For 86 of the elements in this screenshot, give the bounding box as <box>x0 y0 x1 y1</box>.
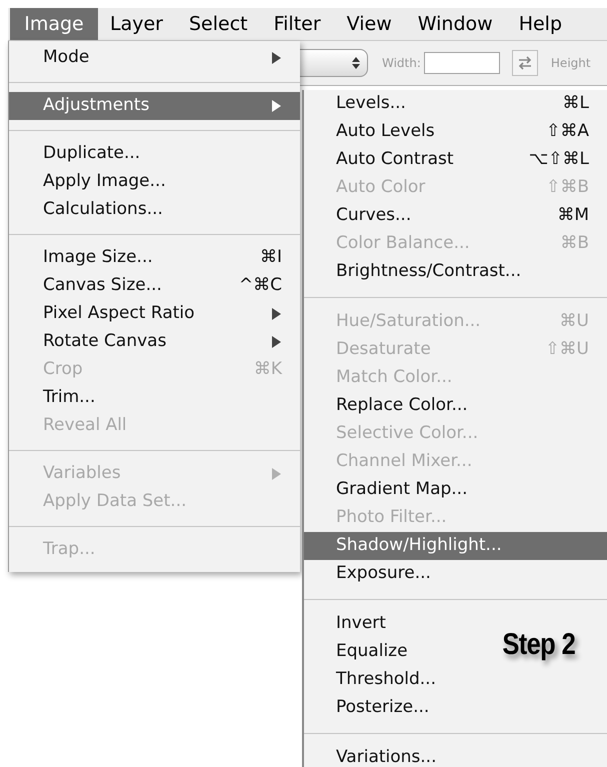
menu-item-label: Auto Levels <box>336 120 435 144</box>
menu-item-label: Photo Filter... <box>336 506 447 530</box>
menu-item[interactable]: Apply Image... <box>9 168 184 196</box>
menu-bar-item[interactable]: Help <box>506 8 574 40</box>
menu-item-label: Threshold... <box>336 668 436 692</box>
menu-item-label: Curves... <box>336 204 412 228</box>
menu-item[interactable]: Gradient Map... <box>304 476 486 504</box>
menu-item-label: Gradient Map... <box>336 478 468 502</box>
menu-item-label: Adjustments <box>43 94 150 118</box>
menu-bar-item[interactable]: Filter <box>262 8 333 40</box>
shortcut-label: ⇧⌘B <box>546 176 589 200</box>
menu-item-label: Apply Data Set... <box>43 490 187 514</box>
step-annotation: Step 2 <box>502 627 576 663</box>
shortcut-label: ^⌘C <box>238 274 282 298</box>
menu-item-label: Calculations... <box>43 198 163 222</box>
menu-bar-item[interactable]: Select <box>176 8 260 40</box>
menu-item-label: Equalize <box>336 640 408 664</box>
height-label: Height <box>550 55 591 72</box>
swap-arrows-icon <box>516 56 533 70</box>
menu-item[interactable]: Auto Levels ⇧⌘A <box>304 118 607 146</box>
menu-item-label: Reveal All <box>43 414 127 438</box>
menu-item[interactable]: Curves... ⌘M <box>304 202 607 230</box>
menu-item-label: Hue/Saturation... <box>336 310 481 334</box>
menu-item-label: Replace Color... <box>336 394 468 418</box>
menu-item-label: Color Balance... <box>336 232 470 256</box>
menu-item-label: Variables <box>43 462 121 486</box>
shortcut-label: ⌘I <box>260 246 282 270</box>
menu-item[interactable]: Mode <box>9 44 300 72</box>
menu-item[interactable]: Image Size... ⌘I <box>9 244 300 272</box>
shortcut-label: ⌘K <box>254 358 282 382</box>
menu-item-label: Match Color... <box>336 366 452 390</box>
menu-item[interactable]: Replace Color... <box>304 392 486 420</box>
stepper-icon <box>351 55 361 71</box>
menu-item[interactable]: Pixel Aspect Ratio <box>9 300 300 328</box>
menu-item[interactable]: Variations... <box>304 744 454 767</box>
swap-button[interactable] <box>512 50 538 76</box>
menu-item[interactable]: Levels... ⌘L <box>304 90 607 118</box>
menu-item[interactable]: Adjustments <box>9 92 300 120</box>
menu-item-label: Apply Image... <box>43 170 166 194</box>
menu-item-label: Canvas Size... <box>43 274 162 298</box>
menu-item[interactable]: Rotate Canvas <box>9 328 300 356</box>
menu-item-label: Pixel Aspect Ratio <box>43 302 195 326</box>
menu-bar-item[interactable]: Window <box>406 8 505 40</box>
menu-item-label: Auto Color <box>336 176 426 200</box>
menu-item-label: Crop <box>43 358 83 382</box>
menu-item-label: Rotate Canvas <box>43 330 166 354</box>
menu-item-label: Selective Color... <box>336 422 478 446</box>
menu-item-label: Trim... <box>43 386 96 410</box>
shortcut-label: ⇧⌘A <box>546 120 589 144</box>
menu-item[interactable]: Posterize... <box>304 694 448 722</box>
menu-item-label: Auto Contrast <box>336 148 454 172</box>
menu-item-label: Brightness/Contrast... <box>336 260 522 284</box>
menu-item-label: Exposure... <box>336 562 431 586</box>
menu-item[interactable]: Trim... <box>9 384 114 412</box>
menu-item-label: Variations... <box>336 746 436 767</box>
menu-bar-item[interactable]: Layer <box>98 8 175 40</box>
menu-item[interactable]: Duplicate... <box>9 140 158 168</box>
menu-item-label: Invert <box>336 612 386 636</box>
menu-item-label: Trap... <box>43 538 96 562</box>
menu-item[interactable]: Canvas Size... ^⌘C <box>9 272 300 300</box>
menu-item-label: Desaturate <box>336 338 431 362</box>
menu-item[interactable]: Brightness/Contrast... <box>304 258 540 286</box>
width-label: Width: <box>382 55 421 72</box>
menu-item-label: Posterize... <box>336 696 430 720</box>
menu-item[interactable]: Shadow/Highlight... <box>304 532 607 560</box>
menu-item[interactable]: Auto Contrast ⌥⇧⌘L <box>304 146 607 174</box>
menu-item[interactable]: Exposure... <box>304 560 449 588</box>
menu-item[interactable]: Calculations... <box>9 196 181 224</box>
menu-item[interactable]: Threshold... <box>304 666 454 694</box>
menu-item-label: Duplicate... <box>43 142 140 166</box>
menu-item-label: Levels... <box>336 92 406 116</box>
menu-item[interactable]: Equalize <box>304 638 426 666</box>
menu-bar-item[interactable]: Image <box>10 8 98 40</box>
shortcut-label: ⇧⌘U <box>545 338 589 362</box>
menu-item-label: Image Size... <box>43 246 153 270</box>
menu-item-label: Shadow/Highlight... <box>336 534 502 558</box>
width-input[interactable] <box>424 52 500 74</box>
shortcut-label: ⌥⇧⌘L <box>528 148 589 172</box>
menu-item-label: Channel Mixer... <box>336 450 472 474</box>
menu-item-label: Mode <box>43 46 90 70</box>
menu-bar-item[interactable]: View <box>334 8 404 40</box>
shortcut-label: ⌘B <box>560 232 589 256</box>
shortcut-label: ⌘U <box>560 310 589 334</box>
shortcut-label: ⌘L <box>562 92 589 116</box>
shortcut-label: ⌘M <box>557 204 589 228</box>
menu-item[interactable]: Invert <box>304 610 404 638</box>
